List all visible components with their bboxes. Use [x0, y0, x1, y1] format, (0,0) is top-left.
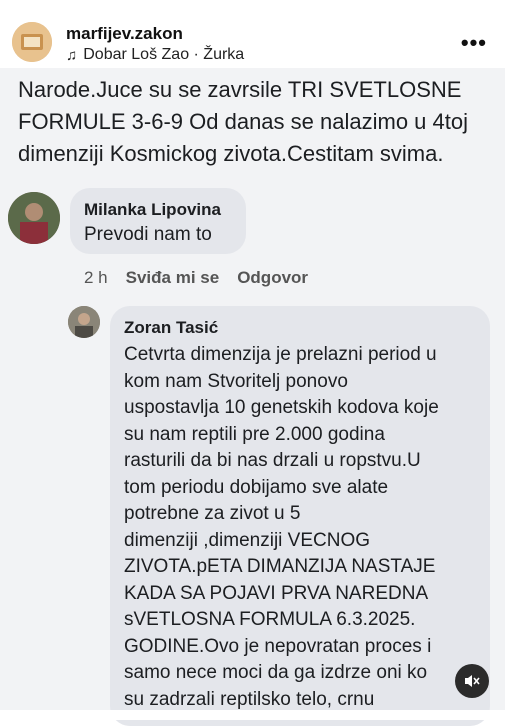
comment-text: Prevodi nam to: [84, 224, 212, 245]
more-options-icon[interactable]: •••: [461, 30, 487, 56]
audio-label: Dobar Loš Zao · Žurka: [83, 46, 245, 63]
reply-avatar[interactable]: [68, 306, 100, 338]
mute-button[interactable]: [455, 664, 489, 698]
comment-time: 2 h: [84, 268, 108, 287]
audio-info[interactable]: ♫ Dobar Loš Zao · Žurka: [66, 46, 244, 64]
comment-bubble: Milanka Lipovina Prevodi nam to: [70, 188, 246, 254]
post-text: Narode.Juce su se zavrsile TRI SVETLOSNE…: [18, 77, 468, 166]
reply-bubble: Zoran Tasić Cetvrta dimenzija je prelazn…: [110, 306, 490, 726]
reply-link[interactable]: Odgovor: [237, 268, 308, 288]
like-link[interactable]: Sviđa mi se: [126, 268, 220, 288]
avatar-image: [12, 22, 52, 62]
screenshot-content: Narode.Juce su se zavrsile TRI SVETLOSNE…: [0, 68, 505, 726]
profile-avatar[interactable]: [12, 22, 52, 62]
avatar-photo: [68, 306, 100, 338]
username[interactable]: marfijev.zakon: [66, 24, 183, 44]
speaker-muted-icon: [465, 675, 480, 687]
comment-author[interactable]: Milanka Lipovina: [84, 200, 221, 220]
commenter-avatar[interactable]: [8, 192, 60, 244]
reply-text: Cetvrta dimenzija je prelazni period u k…: [124, 344, 439, 710]
music-note-icon: ♫: [66, 46, 78, 64]
bottom-strip: [0, 710, 505, 720]
comment-actions: 2 h Sviđa mi se Odgovor: [84, 268, 308, 288]
avatar-photo: [8, 192, 60, 244]
reply-author[interactable]: Zoran Tasić: [124, 318, 218, 338]
